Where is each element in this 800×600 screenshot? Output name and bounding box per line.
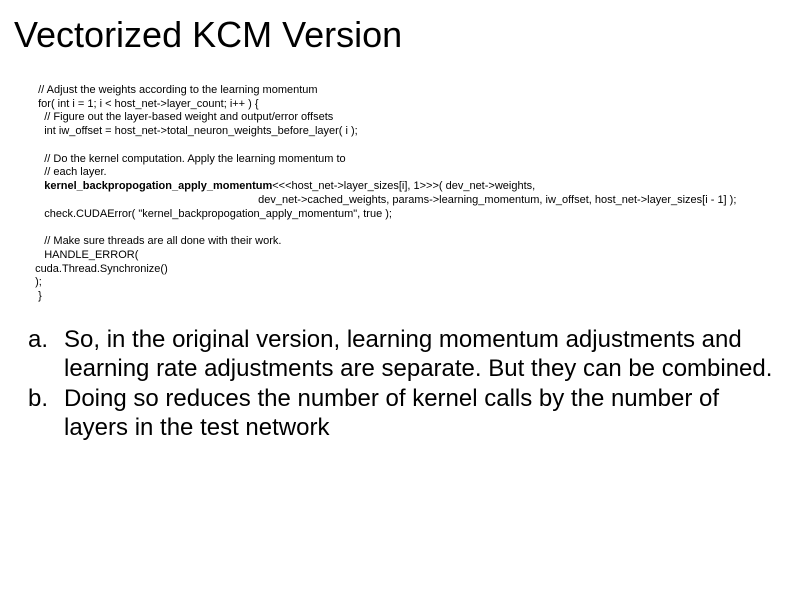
code-line: );	[32, 276, 42, 288]
note-marker: a.	[14, 326, 64, 384]
note-text: So, in the original version, learning mo…	[64, 326, 786, 384]
code-line: // each layer.	[32, 166, 107, 178]
code-line: int iw_offset = host_net->total_neuron_w…	[32, 125, 358, 137]
notes-list: a. So, in the original version, learning…	[14, 326, 786, 443]
note-item-a: a. So, in the original version, learning…	[14, 326, 786, 384]
page-title: Vectorized KCM Version	[14, 14, 786, 56]
code-line: HANDLE_ERROR(	[32, 249, 138, 261]
code-line: // Figure out the layer-based weight and…	[32, 111, 333, 123]
code-line: for( int i = 1; i < host_net->layer_coun…	[32, 98, 259, 110]
note-text: Doing so reduces the number of kernel ca…	[64, 385, 786, 443]
code-line: kernel_backpropogation_apply_momentum<<<…	[32, 180, 535, 192]
code-line: cuda.Thread.Synchronize()	[32, 263, 168, 275]
code-line: // Adjust the weights according to the l…	[32, 84, 318, 96]
code-rest: <<<host_net->layer_sizes[i], 1>>>( dev_n…	[272, 180, 535, 192]
code-bold: kernel_backpropogation_apply_momentum	[32, 180, 272, 192]
code-line: }	[32, 290, 42, 302]
code-line: dev_net->cached_weights, params->learnin…	[32, 194, 736, 206]
code-line: check.CUDAError( "kernel_backpropogation…	[32, 208, 392, 220]
code-line: // Make sure threads are all done with t…	[32, 235, 281, 247]
code-block: // Adjust the weights according to the l…	[32, 70, 786, 304]
code-line: // Do the kernel computation. Apply the …	[32, 153, 346, 165]
note-marker: b.	[14, 385, 64, 443]
note-item-b: b. Doing so reduces the number of kernel…	[14, 385, 786, 443]
